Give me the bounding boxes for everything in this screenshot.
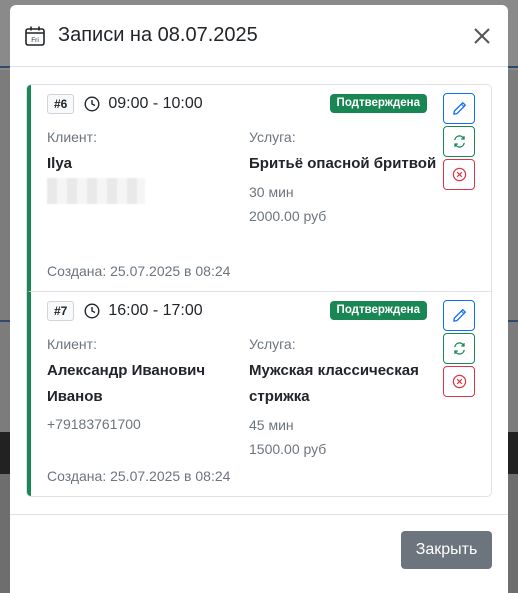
appointment-time: 09:00 - 10:00 [108,95,203,112]
edit-button[interactable] [443,93,475,124]
created-at: Создана: 25.07.2025 в 08:24 [47,468,231,484]
status-badge: Подтверждена [329,94,427,113]
service-duration: 45 мин [249,417,294,433]
modal-header: Fri Записи на 08.07.2025 [10,5,508,67]
x-circle-icon [452,374,466,389]
appointment-list: #6 09:00 - 10:00 Подтверждена Клиент: Il… [26,84,492,497]
client-phone-redacted [47,178,145,204]
created-at: Создана: 25.07.2025 в 08:24 [47,263,231,279]
close-button[interactable]: Закрыть [401,531,492,569]
client-label: Клиент: [47,336,97,352]
clock-icon [84,96,100,112]
service-name: Бритьё опасной бритвой [249,155,437,172]
status-badge: Подтверждена [329,301,427,320]
refresh-icon [453,135,465,148]
refresh-icon [453,342,465,355]
client-name: Ilya [47,155,73,172]
appointment-card: #6 09:00 - 10:00 Подтверждена Клиент: Il… [27,85,491,291]
appointment-time: 16:00 - 17:00 [108,302,203,319]
appointment-actions [443,93,475,190]
cancel-appointment-button[interactable] [443,366,475,397]
appointment-actions [443,300,475,397]
appointment-number: #6 [47,94,75,114]
modal-body: #6 09:00 - 10:00 Подтверждена Клиент: Il… [10,67,508,497]
service-label: Услуга: [249,129,296,145]
calendar-icon-text: Fri [31,37,39,44]
appointments-modal: Fri Записи на 08.07.2025 #6 09:00 - 10:0… [10,5,508,593]
client-phone: +79183761700 [47,416,141,432]
edit-button[interactable] [443,300,475,331]
calendar-icon: Fri [25,26,45,46]
x-circle-icon [452,167,466,182]
modal-title: Записи на 08.07.2025 [58,24,258,46]
service-price: 1500.00 руб [249,441,327,457]
appointment-number: #7 [47,301,75,321]
pencil-icon [452,102,466,115]
appointment-card: #7 16:00 - 17:00 Подтверждена Клиент: Ал… [27,291,491,496]
close-icon[interactable] [470,24,494,48]
modal-footer: Закрыть [10,514,508,593]
service-duration: 30 мин [249,184,294,200]
pencil-icon [452,309,466,322]
clock-icon [84,303,100,319]
service-name: Мужская классическая стрижка [249,362,419,405]
service-label: Услуга: [249,336,296,352]
cancel-appointment-button[interactable] [443,159,475,190]
reschedule-button[interactable] [443,126,475,157]
client-label: Клиент: [47,129,97,145]
client-name: Александр Иванович Иванов [47,362,206,405]
reschedule-button[interactable] [443,333,475,364]
service-price: 2000.00 руб [249,208,327,224]
